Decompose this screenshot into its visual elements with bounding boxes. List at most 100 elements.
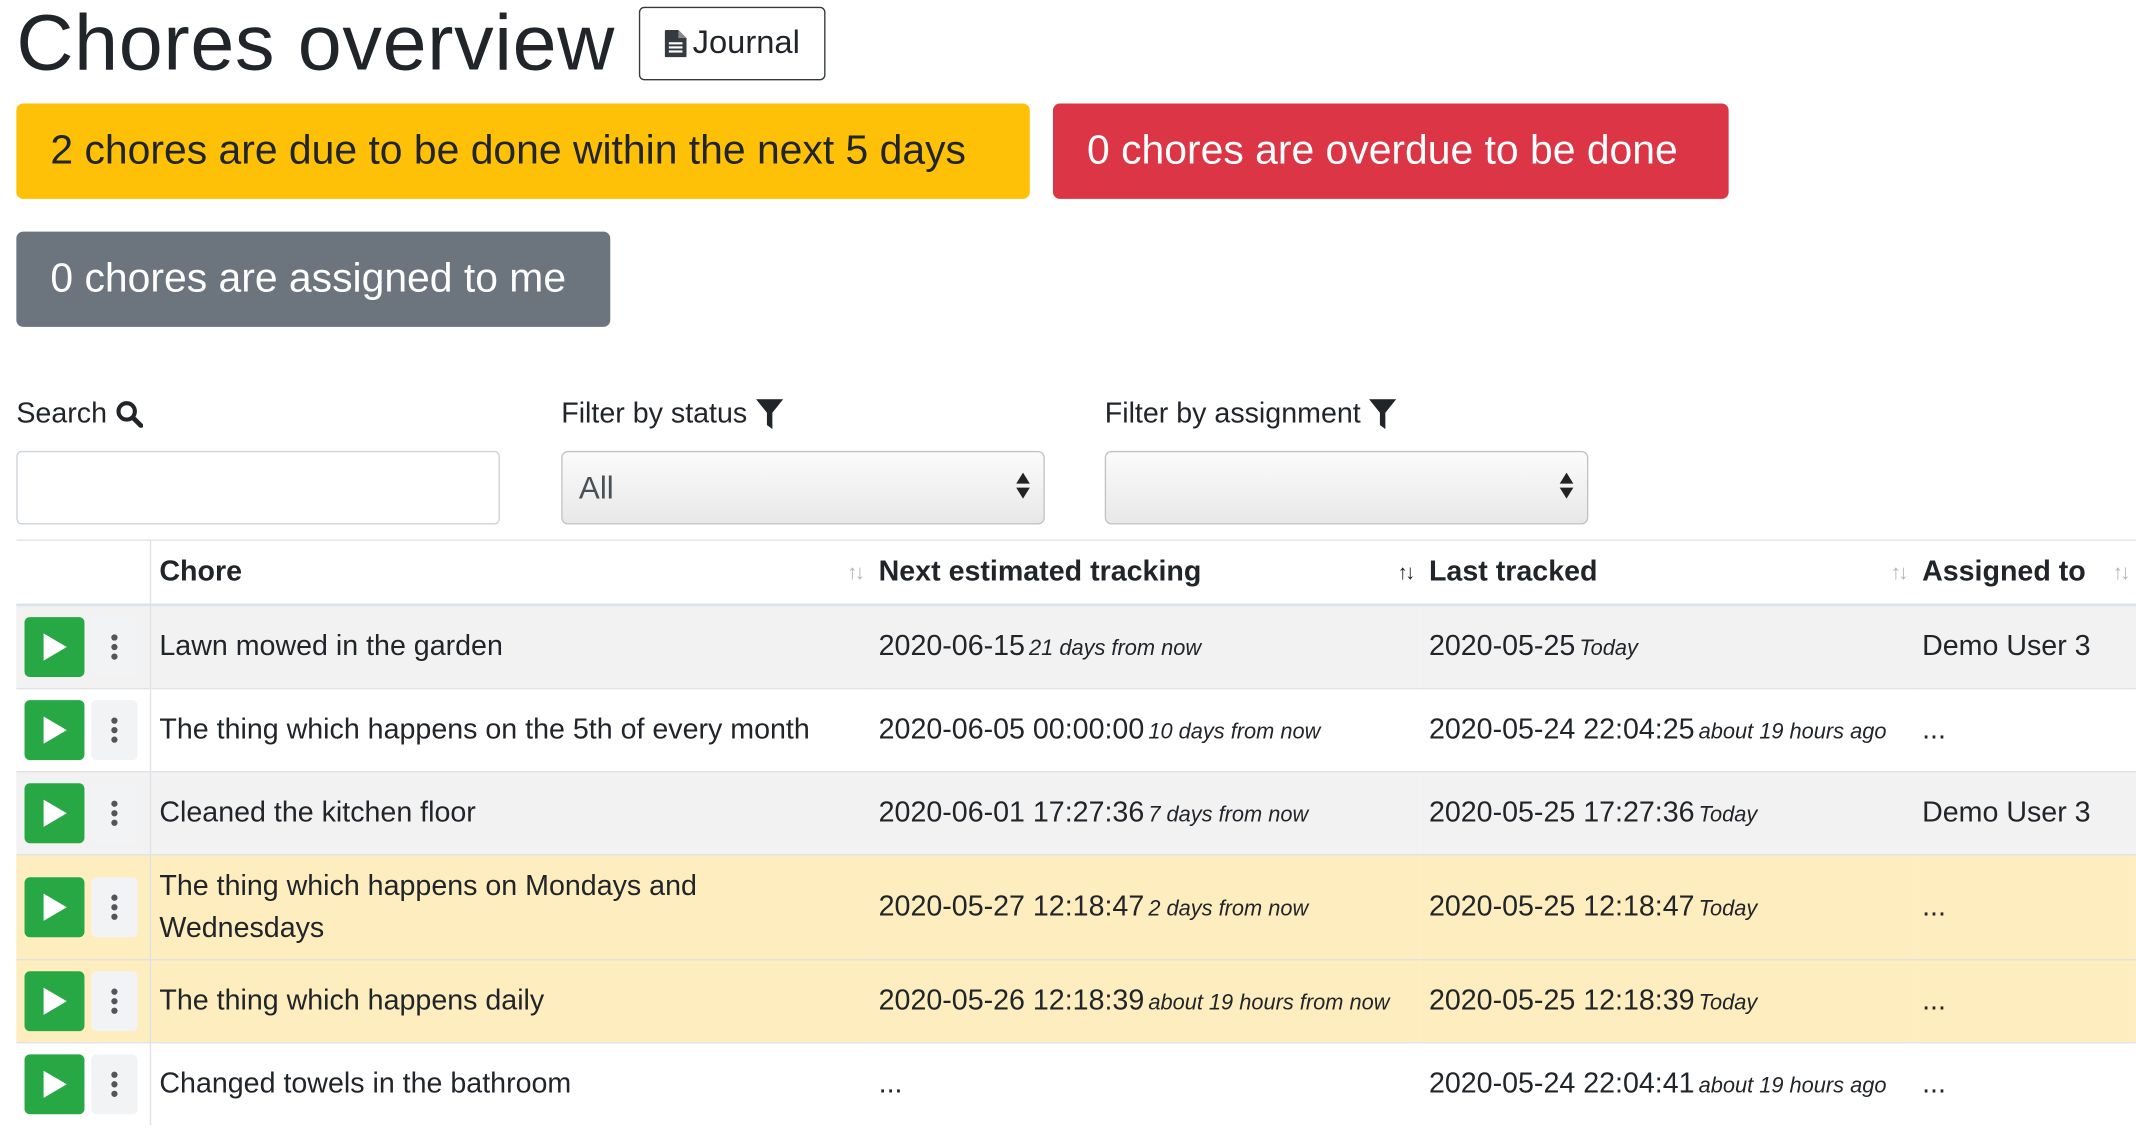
assignment-filter-label-wrap: Filter by assignment xyxy=(1104,395,1397,433)
due-soon-badge[interactable]: 2 chores are due to be done within the n… xyxy=(16,103,1030,199)
row-actions xyxy=(16,604,152,688)
sort-icon: ↑↓ xyxy=(1890,561,1909,585)
last-tracked-cell: 2020-05-24 22:04:41 about 19 hours ago xyxy=(1420,1041,1914,1126)
assigned-to: ... xyxy=(1913,1041,2136,1126)
chore-name: The thing which happens daily xyxy=(150,958,871,1043)
search-input[interactable] xyxy=(16,450,500,525)
column-header-next-tracking[interactable]: Next estimated tracking ↑↓ xyxy=(870,539,1421,607)
select-arrows-icon xyxy=(1016,472,1030,499)
column-header-label: Assigned to xyxy=(1922,555,2086,588)
table-row: Cleaned the kitchen floor 2020-06-01 17:… xyxy=(16,770,2136,855)
column-header-assigned-to[interactable]: Assigned to ↑↓ xyxy=(1913,539,2136,607)
last-tracked-date: 2020-05-25 17:27:36 xyxy=(1428,796,1695,828)
last-tracked-relative: about 19 hours ago xyxy=(1698,719,1887,744)
chore-name: Changed towels in the bathroom xyxy=(150,1041,871,1126)
last-tracked-date: 2020-05-24 22:04:41 xyxy=(1428,1067,1695,1099)
next-tracking-date: 2020-06-05 00:00:00 xyxy=(878,713,1145,745)
vertical-ellipsis-icon xyxy=(111,634,118,660)
status-filter-select[interactable]: All xyxy=(561,450,1045,525)
last-tracked-relative: about 19 hours ago xyxy=(1698,1074,1887,1098)
search-label-wrap: Search xyxy=(16,395,143,433)
status-filter-label-wrap: Filter by status xyxy=(561,395,783,433)
assigned-to: ... xyxy=(1913,958,2136,1043)
chore-name: Cleaned the kitchen floor xyxy=(150,770,871,855)
row-actions xyxy=(16,1041,152,1126)
filter-icon xyxy=(1368,399,1397,430)
last-tracked-cell: 2020-05-25 12:18:39 Today xyxy=(1420,958,1914,1043)
column-header-last-tracked[interactable]: Last tracked ↑↓ xyxy=(1420,539,1914,607)
track-chore-button[interactable] xyxy=(24,1054,85,1114)
next-tracking-cell: 2020-06-05 00:00:00 10 days from now xyxy=(870,687,1421,772)
table-row: Changed towels in the bathroom ... 2020-… xyxy=(16,1041,2136,1126)
assignment-filter-label: Filter by assignment xyxy=(1104,397,1361,430)
assigned-to: Demo User 3 xyxy=(1913,770,2136,855)
more-actions-button[interactable] xyxy=(91,970,138,1031)
more-actions-button[interactable] xyxy=(91,1054,138,1114)
next-tracking-relative: 7 days from now xyxy=(1148,803,1309,827)
assignment-filter-select[interactable] xyxy=(1104,450,1589,525)
next-tracking-date: ... xyxy=(878,1067,903,1099)
next-tracking-relative: 21 days from now xyxy=(1029,637,1202,661)
row-actions xyxy=(16,958,152,1043)
overdue-badge[interactable]: 0 chores are overdue to be done xyxy=(1052,103,1729,199)
next-tracking-cell: ... xyxy=(870,1041,1421,1126)
vertical-ellipsis-icon xyxy=(111,799,118,826)
row-actions xyxy=(16,853,152,959)
table-row: The thing which happens on Mondays and W… xyxy=(16,853,2136,959)
next-tracking-date: 2020-06-15 xyxy=(878,630,1025,662)
more-actions-button[interactable] xyxy=(91,699,138,760)
sort-icon: ↑↓ xyxy=(847,561,865,585)
actions-column-header xyxy=(16,539,152,607)
assigned-to: Demo User 3 xyxy=(1913,604,2136,688)
row-actions xyxy=(16,770,152,855)
next-tracking-relative: about 19 hours from now xyxy=(1148,991,1390,1015)
last-tracked-cell: 2020-05-24 22:04:25 about 19 hours ago xyxy=(1420,687,1914,772)
vertical-ellipsis-icon xyxy=(111,716,118,743)
assigned-to: ... xyxy=(1913,853,2136,959)
last-tracked-date: 2020-05-25 xyxy=(1428,630,1576,662)
chores-table: Chore ↑↓ Next estimated tracking ↑↓ Last… xyxy=(16,539,2136,1126)
page-title: Chores overview xyxy=(16,0,615,88)
play-icon xyxy=(43,715,67,744)
assigned-to: ... xyxy=(1913,687,2136,772)
track-chore-button[interactable] xyxy=(24,699,85,760)
file-text-icon xyxy=(665,29,688,58)
play-icon xyxy=(43,633,67,661)
chore-name: The thing which happens on Mondays and W… xyxy=(150,853,871,959)
next-tracking-cell: 2020-06-15 21 days from now xyxy=(870,604,1421,688)
track-chore-button[interactable] xyxy=(24,970,85,1031)
journal-button[interactable]: Journal xyxy=(639,6,826,81)
play-icon xyxy=(43,798,67,827)
play-icon xyxy=(43,986,67,1015)
more-actions-button[interactable] xyxy=(91,782,138,843)
last-tracked-date: 2020-05-24 22:04:25 xyxy=(1428,713,1695,745)
track-chore-button[interactable] xyxy=(24,876,85,937)
play-icon xyxy=(43,892,67,921)
sort-icon: ↑↓ xyxy=(2112,561,2131,585)
last-tracked-cell: 2020-05-25 Today xyxy=(1420,604,1914,688)
last-tracked-relative: Today xyxy=(1698,897,1758,921)
status-filter-value: All xyxy=(578,469,614,505)
play-icon xyxy=(43,1070,67,1098)
track-chore-button[interactable] xyxy=(24,616,85,677)
last-tracked-cell: 2020-05-25 12:18:47 Today xyxy=(1420,853,1914,959)
table-row: The thing which happens daily 2020-05-26… xyxy=(16,958,2136,1043)
track-chore-button[interactable] xyxy=(24,782,85,843)
more-actions-button[interactable] xyxy=(91,616,138,677)
next-tracking-date: 2020-06-01 17:27:36 xyxy=(878,796,1145,828)
more-actions-button[interactable] xyxy=(91,876,138,937)
last-tracked-date: 2020-05-25 12:18:47 xyxy=(1428,890,1695,922)
vertical-ellipsis-icon xyxy=(111,987,118,1014)
journal-button-label: Journal xyxy=(692,24,800,62)
next-tracking-cell: 2020-06-01 17:27:36 7 days from now xyxy=(870,770,1421,855)
search-icon xyxy=(115,401,143,428)
last-tracked-relative: Today xyxy=(1698,803,1758,827)
sort-icon: ↑↓ xyxy=(1397,561,1416,585)
column-header-chore[interactable]: Chore ↑↓ xyxy=(150,539,871,607)
last-tracked-relative: Today xyxy=(1698,991,1758,1015)
next-tracking-cell: 2020-05-27 12:18:47 2 days from now xyxy=(870,853,1421,959)
assigned-to-me-badge[interactable]: 0 chores are assigned to me xyxy=(16,231,611,327)
vertical-ellipsis-icon xyxy=(111,893,118,920)
chore-name: Lawn mowed in the garden xyxy=(150,604,871,688)
table-header-row: Chore ↑↓ Next estimated tracking ↑↓ Last… xyxy=(16,539,2136,607)
